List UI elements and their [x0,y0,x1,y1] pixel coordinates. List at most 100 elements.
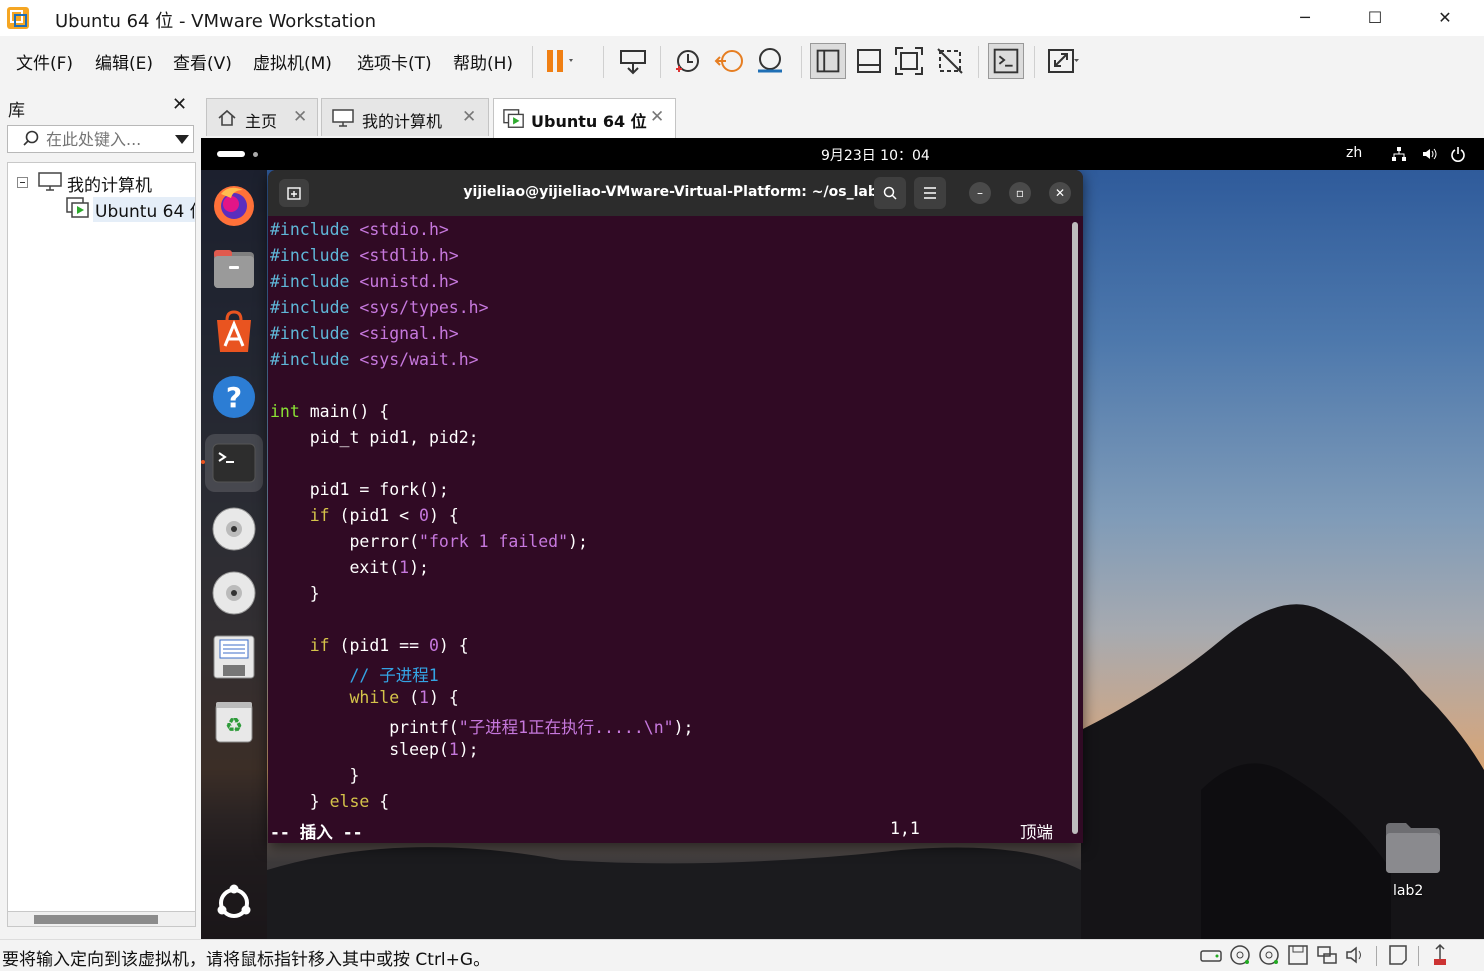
tab-home[interactable]: 主页 ✕ [206,98,318,136]
code-line[interactable]: sleep(1); [270,740,478,766]
library-search-input[interactable] [46,128,161,150]
code-line[interactable]: exit(1); [270,558,429,584]
input-language[interactable]: zh [1346,145,1362,161]
code-line[interactable]: while (1) { [270,688,459,714]
code-token: } [270,584,320,603]
code-token: ( [399,688,420,707]
terminal-scrollbar[interactable] [1072,222,1078,834]
collapse-icon[interactable] [17,177,28,188]
cd-rom-icon[interactable] [1257,943,1281,967]
floppy-disk-icon[interactable] [211,634,257,680]
activities-indicator[interactable] [217,151,245,157]
clock[interactable]: 9月23日 10：04 [821,145,930,165]
library-horizontal-scrollbar[interactable] [7,911,196,927]
close-library-icon[interactable]: ✕ [172,94,187,115]
terminal-icon[interactable] [211,440,257,486]
code-line[interactable]: } [270,584,320,610]
code-line[interactable]: pid_t pid1, pid2; [270,428,479,454]
close-tab-icon[interactable]: ✕ [462,107,476,127]
code-line[interactable]: } [270,766,359,792]
snapshot-icon[interactable] [670,43,706,79]
show-apps-icon[interactable] [211,880,257,926]
search-icon [23,130,39,146]
send-ctrl-alt-del-icon[interactable] [615,43,651,79]
help-icon[interactable]: ? [211,374,257,420]
cd-rom-icon[interactable] [1228,943,1252,967]
stretch-guest-icon[interactable] [1044,43,1080,79]
desktop-folder-label[interactable]: lab2 [1393,883,1423,899]
code-line[interactable]: #include <signal.h> [270,324,459,350]
code-line[interactable]: #include <stdio.h> [270,220,449,246]
app-center-icon[interactable] [211,310,257,356]
terminal-close-button[interactable]: ✕ [1049,182,1071,204]
code-line[interactable]: } else { [270,792,390,818]
code-line[interactable]: // 子进程1 [270,662,438,688]
code-token: sleep( [270,740,449,759]
tab-my-computer[interactable]: 我的计算机 ✕ [321,98,489,136]
console-view-icon[interactable] [988,43,1024,79]
code-line[interactable]: perror("fork 1 failed"); [270,532,587,558]
desktop-folder-icon[interactable] [1384,821,1442,873]
close-tab-icon[interactable]: ✕ [650,107,664,127]
chevron-down-icon[interactable] [175,135,189,144]
network-adapter-icon[interactable] [1315,943,1339,967]
maximize-button[interactable]: ☐ [1352,4,1398,32]
code-token: main() { [299,402,390,421]
code-line[interactable]: #include <stdlib.h> [270,246,459,272]
volume-icon[interactable] [1421,146,1437,162]
terminal-window[interactable]: yijieliao@yijieliao-VMware-Virtual-Platf… [268,170,1083,843]
files-icon[interactable] [211,246,257,292]
code-line[interactable]: int main() { [270,402,389,428]
close-tab-icon[interactable]: ✕ [293,107,307,127]
optical-disc-icon[interactable] [211,570,257,616]
pause-icon[interactable] [540,43,576,79]
status-separator [1418,946,1419,966]
terminal-maximize-button[interactable]: ▫ [1009,182,1031,204]
library-view-icon[interactable] [810,43,846,79]
toolbar-separator [801,46,802,78]
terminal-search-button[interactable] [874,177,906,209]
code-line[interactable]: #include <sys/wait.h> [270,350,479,376]
terminal-title: yijieliao@yijieliao-VMware-Virtual-Platf… [463,184,888,200]
firefox-icon[interactable] [211,182,257,228]
menu-edit[interactable]: 编辑(E) [95,49,153,74]
unity-mode-icon[interactable] [932,43,968,79]
menu-file[interactable]: 文件(F) [16,49,73,74]
full-screen-icon[interactable] [891,43,927,79]
power-icon[interactable] [1450,146,1466,162]
code-line[interactable]: #include <unistd.h> [270,272,459,298]
usb-device-icon[interactable] [1428,943,1452,967]
message-log-icon[interactable] [1386,943,1410,967]
optical-disc-icon[interactable] [211,506,257,552]
code-line[interactable]: printf("子进程1正在执行.....\n"); [270,714,693,740]
tab-ubuntu[interactable]: Ubuntu 64 位 ✕ [493,98,676,138]
code-line[interactable]: if (pid1 == 0) { [270,636,469,662]
terminal-minimize-button[interactable]: – [969,182,991,204]
scrollbar-thumb[interactable] [34,915,158,924]
menu-vm[interactable]: 虚拟机(M) [253,49,332,74]
menu-help[interactable]: 帮助(H) [453,49,513,74]
hamburger-menu-icon [924,187,936,199]
trash-icon[interactable]: ♻ [211,698,257,744]
library-search-box [7,125,194,153]
code-token: ); [409,558,429,577]
tree-item-my-computer[interactable]: 我的计算机 [67,171,152,196]
snapshot-manager-icon[interactable] [752,43,788,79]
menu-tabs[interactable]: 选项卡(T) [357,49,432,74]
code-line[interactable]: if (pid1 < 0) { [270,506,459,532]
network-icon[interactable] [1391,146,1407,162]
revert-snapshot-icon[interactable] [712,43,748,79]
close-window-button[interactable]: ✕ [1422,4,1468,32]
tree-item-ubuntu[interactable]: Ubuntu 64 位 [93,197,195,222]
code-line[interactable]: pid1 = fork(); [270,480,449,506]
hard-disk-icon[interactable] [1199,943,1223,967]
minimize-button[interactable]: ─ [1282,4,1328,32]
floppy-icon[interactable] [1286,943,1310,967]
menu-view[interactable]: 查看(V) [173,49,232,74]
terminal-menu-button[interactable] [914,177,946,209]
code-line[interactable]: #include <sys/types.h> [270,298,489,324]
thumbnail-bar-icon[interactable] [851,43,887,79]
code-token: ) { [428,688,459,707]
sound-card-icon[interactable] [1344,943,1368,967]
vm-display[interactable]: 9月23日 10：04 zh ? ♻ lab2 yijieliao@yijiel… [201,138,1484,939]
